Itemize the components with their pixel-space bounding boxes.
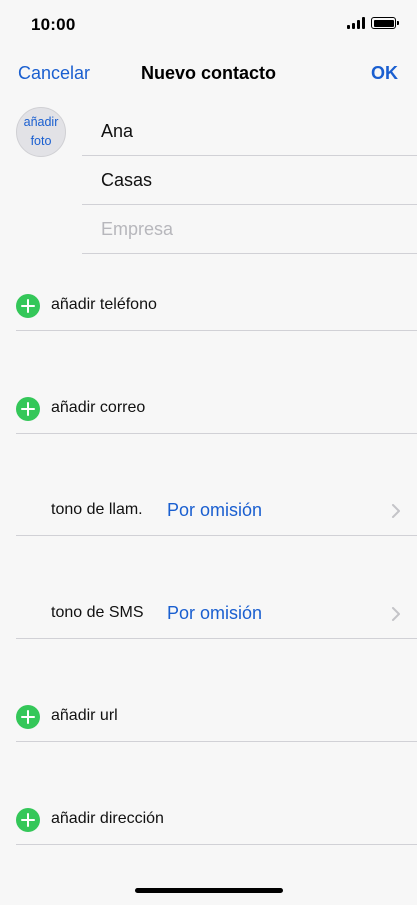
add-photo-label-line1: añadir xyxy=(23,115,59,129)
add-phone-label: añadir teléfono xyxy=(51,296,157,313)
add-url-label: añadir url xyxy=(51,707,118,724)
add-photo-button[interactable]: añadir foto xyxy=(16,107,66,157)
cellular-signal-icon xyxy=(347,17,365,29)
status-bar: 10:00 xyxy=(0,0,417,50)
add-phone-row[interactable]: añadir teléfono xyxy=(16,281,417,331)
chevron-right-icon xyxy=(392,607,400,621)
home-indicator[interactable] xyxy=(135,888,283,893)
company-field-row xyxy=(82,205,417,254)
add-icon[interactable] xyxy=(16,397,40,421)
ringtone-label: tono de llam. xyxy=(51,501,143,518)
add-url-row[interactable]: añadir url xyxy=(16,692,417,742)
add-photo-label-line2: foto xyxy=(30,134,52,148)
last-name-field-row xyxy=(82,156,417,205)
company-field[interactable] xyxy=(101,217,401,241)
done-button[interactable]: OK xyxy=(371,63,398,84)
text-tone-row[interactable]: tono de SMS Por omisión xyxy=(16,589,417,639)
add-icon[interactable] xyxy=(16,808,40,832)
ringtone-row[interactable]: tono de llam. Por omisión xyxy=(16,486,417,536)
first-name-field-row xyxy=(82,107,417,156)
ringtone-value: Por omisión xyxy=(167,500,263,520)
add-icon[interactable] xyxy=(16,705,40,729)
cancel-button[interactable]: Cancelar xyxy=(18,63,90,84)
text-tone-label: tono de SMS xyxy=(51,604,144,621)
last-name-field[interactable] xyxy=(101,168,401,192)
add-email-row[interactable]: añadir correo xyxy=(16,384,417,434)
add-icon[interactable] xyxy=(16,294,40,318)
navigation-bar: Cancelar Nuevo contacto OK xyxy=(0,50,417,98)
status-icons xyxy=(347,17,399,29)
first-name-field[interactable] xyxy=(101,119,401,143)
chevron-right-icon xyxy=(392,504,400,518)
add-email-label: añadir correo xyxy=(51,399,146,416)
battery-icon xyxy=(371,17,399,29)
text-tone-value: Por omisión xyxy=(167,603,263,623)
status-time: 10:00 xyxy=(31,15,76,34)
add-address-label: añadir dirección xyxy=(51,810,164,827)
add-address-row[interactable]: añadir dirección xyxy=(16,795,417,845)
